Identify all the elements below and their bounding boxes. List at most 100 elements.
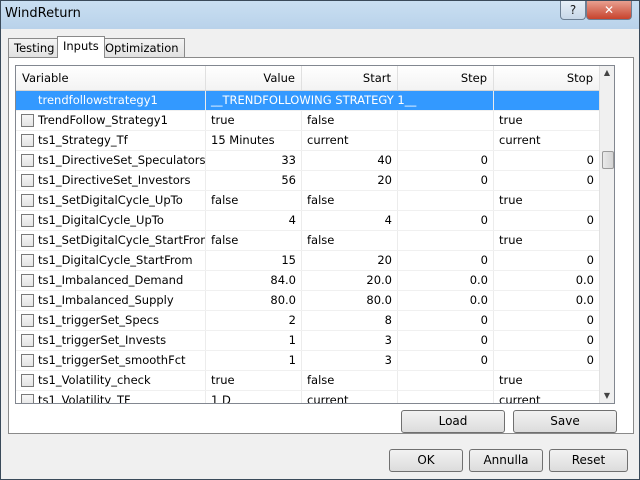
- cell-value[interactable]: 15: [206, 251, 302, 270]
- cell-value[interactable]: false: [206, 191, 302, 210]
- cell-step[interactable]: 0: [398, 311, 494, 330]
- cancel-button[interactable]: Annulla: [469, 449, 543, 472]
- cell-variable: TrendFollow_Strategy1: [16, 111, 206, 130]
- cell-step[interactable]: [398, 111, 494, 130]
- cell-value[interactable]: 84.0: [206, 271, 302, 290]
- cell-value[interactable]: 56: [206, 171, 302, 190]
- cell-variable: trendfollowstrategy1: [16, 91, 206, 110]
- cell-value[interactable]: true: [206, 111, 302, 130]
- table-row[interactable]: trendfollowstrategy1 __TRENDFOLLOWING ST…: [16, 91, 600, 111]
- cell-start[interactable]: 3: [302, 331, 398, 350]
- cell-stop[interactable]: current: [494, 131, 600, 150]
- cell-step[interactable]: [398, 131, 494, 150]
- cell-step[interactable]: 0: [398, 331, 494, 350]
- cell-stop[interactable]: 0: [494, 171, 600, 190]
- table-row[interactable]: ts1_Volatility_check true false true: [16, 371, 600, 391]
- header-step[interactable]: Step: [398, 66, 494, 90]
- table-row[interactable]: ts1_triggerSet_Specs 2 8 0 0: [16, 311, 600, 331]
- cell-start[interactable]: 20: [302, 171, 398, 190]
- table-row[interactable]: ts1_DirectiveSet_Speculators 33 40 0 0: [16, 151, 600, 171]
- cell-stop[interactable]: 0: [494, 211, 600, 230]
- table-row[interactable]: ts1_Strategy_Tf 15 Minutes current curre…: [16, 131, 600, 151]
- close-button[interactable]: ✕: [586, 1, 632, 20]
- tab-inputs[interactable]: Inputs: [57, 36, 105, 58]
- cell-step[interactable]: 0.0: [398, 271, 494, 290]
- cell-value[interactable]: 4: [206, 211, 302, 230]
- cell-stop[interactable]: true: [494, 371, 600, 390]
- cell-value[interactable]: true: [206, 371, 302, 390]
- tab-optimization[interactable]: Optimization: [99, 38, 185, 57]
- cell-value[interactable]: 2: [206, 311, 302, 330]
- cell-start[interactable]: 8: [302, 311, 398, 330]
- scroll-down-icon[interactable]: ▼: [600, 389, 614, 403]
- table-row[interactable]: ts1_DigitalCycle_StartFrom 15 20 0 0: [16, 251, 600, 271]
- cell-value[interactable]: 1: [206, 331, 302, 350]
- cell-start[interactable]: false: [302, 111, 398, 130]
- table-row[interactable]: ts1_Imbalanced_Demand 84.0 20.0 0.0 0.0: [16, 271, 600, 291]
- cell-start[interactable]: 3: [302, 351, 398, 370]
- cell-start[interactable]: 40: [302, 151, 398, 170]
- table-row[interactable]: ts1_triggerSet_smoothFct 1 3 0 0: [16, 351, 600, 371]
- table-row[interactable]: ts1_DigitalCycle_UpTo 4 4 0 0: [16, 211, 600, 231]
- cell-stop[interactable]: 0: [494, 331, 600, 350]
- scroll-up-icon[interactable]: ▲: [600, 66, 614, 80]
- cell-step[interactable]: 0: [398, 151, 494, 170]
- table-row[interactable]: TrendFollow_Strategy1 true false true: [16, 111, 600, 131]
- header-start[interactable]: Start: [302, 66, 398, 90]
- cell-start[interactable]: current: [302, 131, 398, 150]
- title-bar[interactable]: WindReturn ? ✕: [1, 1, 639, 27]
- cell-value[interactable]: 15 Minutes: [206, 131, 302, 150]
- cell-value[interactable]: 1: [206, 351, 302, 370]
- reset-button[interactable]: Reset: [549, 449, 628, 472]
- header-variable[interactable]: Variable: [16, 66, 206, 90]
- save-button[interactable]: Save: [513, 410, 617, 433]
- cell-stop[interactable]: current: [494, 391, 600, 403]
- cell-stop[interactable]: 0: [494, 311, 600, 330]
- cell-value[interactable]: 80.0: [206, 291, 302, 310]
- cell-step[interactable]: [398, 371, 494, 390]
- table-row[interactable]: ts1_Imbalanced_Supply 80.0 80.0 0.0 0.0: [16, 291, 600, 311]
- cell-step[interactable]: [398, 391, 494, 403]
- ok-button[interactable]: OK: [389, 449, 463, 472]
- cell-step[interactable]: 0.0: [398, 291, 494, 310]
- cell-stop[interactable]: 0: [494, 351, 600, 370]
- table-row[interactable]: ts1_Volatility_TF 1 D current current: [16, 391, 600, 403]
- table-row[interactable]: ts1_triggerSet_Invests 1 3 0 0: [16, 331, 600, 351]
- table-row[interactable]: ts1_DirectiveSet_Investors 56 20 0 0: [16, 171, 600, 191]
- cell-stop[interactable]: 0: [494, 151, 600, 170]
- cell-value[interactable]: false: [206, 231, 302, 250]
- cell-value[interactable]: 1 D: [206, 391, 302, 403]
- cell-start[interactable]: false: [302, 371, 398, 390]
- cell-value[interactable]: __TRENDFOLLOWING STRATEGY 1__: [206, 91, 494, 110]
- tab-testing[interactable]: Testing: [8, 38, 61, 57]
- cell-step[interactable]: 0: [398, 211, 494, 230]
- scroll-thumb[interactable]: [602, 151, 614, 169]
- header-value[interactable]: Value: [206, 66, 302, 90]
- cell-start[interactable]: false: [302, 231, 398, 250]
- cell-start[interactable]: 4: [302, 211, 398, 230]
- cell-stop[interactable]: 0.0: [494, 271, 600, 290]
- vertical-scrollbar[interactable]: ▲ ▼: [599, 66, 614, 403]
- cell-start[interactable]: 20.0: [302, 271, 398, 290]
- cell-start[interactable]: current: [302, 391, 398, 403]
- cell-step[interactable]: 0: [398, 171, 494, 190]
- table-row[interactable]: ts1_SetDigitalCycle_StartFrom false fals…: [16, 231, 600, 251]
- cell-stop[interactable]: true: [494, 191, 600, 210]
- cell-start[interactable]: 80.0: [302, 291, 398, 310]
- cell-stop[interactable]: 0: [494, 251, 600, 270]
- help-button[interactable]: ?: [560, 1, 586, 20]
- cell-stop[interactable]: 0.0: [494, 291, 600, 310]
- table-row[interactable]: ts1_SetDigitalCycle_UpTo false false tru…: [16, 191, 600, 211]
- cell-stop[interactable]: true: [494, 231, 600, 250]
- cell-start[interactable]: 20: [302, 251, 398, 270]
- cell-step[interactable]: [398, 231, 494, 250]
- cell-variable: ts1_Volatility_TF: [16, 391, 206, 403]
- header-stop[interactable]: Stop: [494, 66, 600, 90]
- load-button[interactable]: Load: [401, 410, 505, 433]
- cell-start[interactable]: false: [302, 191, 398, 210]
- cell-value[interactable]: 33: [206, 151, 302, 170]
- cell-step[interactable]: 0: [398, 251, 494, 270]
- cell-stop[interactable]: true: [494, 111, 600, 130]
- cell-step[interactable]: [398, 191, 494, 210]
- cell-step[interactable]: 0: [398, 351, 494, 370]
